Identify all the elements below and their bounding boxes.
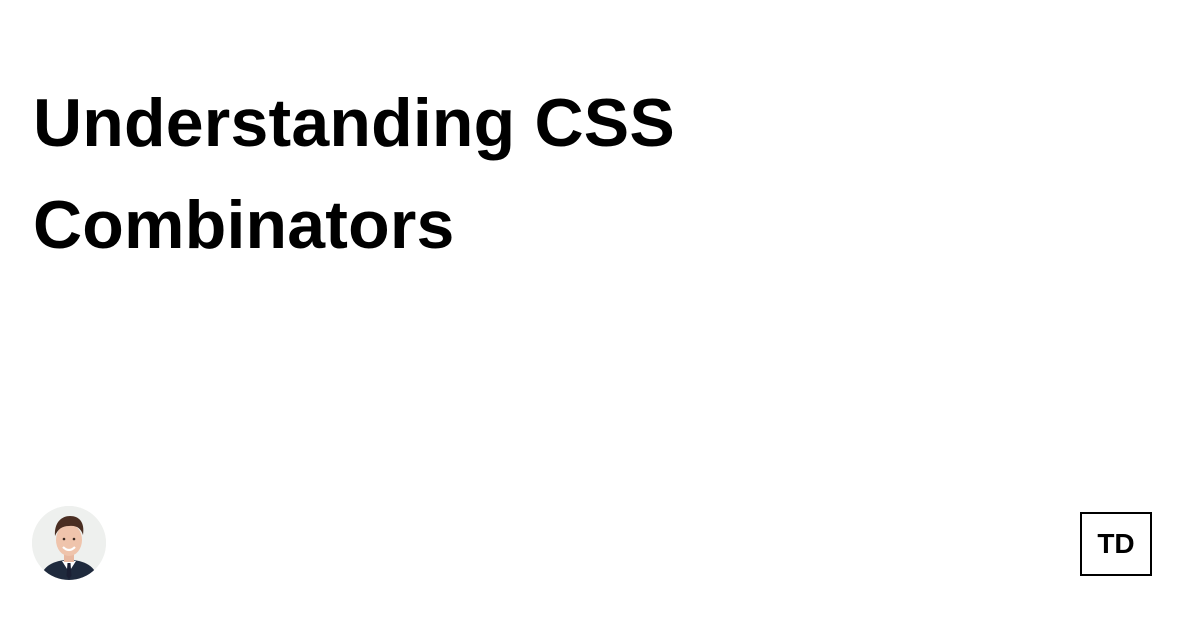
person-portrait-icon bbox=[32, 506, 106, 580]
author-avatar bbox=[32, 506, 106, 580]
page-title: Understanding CSS Combinators bbox=[33, 85, 675, 263]
site-logo: TD bbox=[1080, 512, 1152, 576]
